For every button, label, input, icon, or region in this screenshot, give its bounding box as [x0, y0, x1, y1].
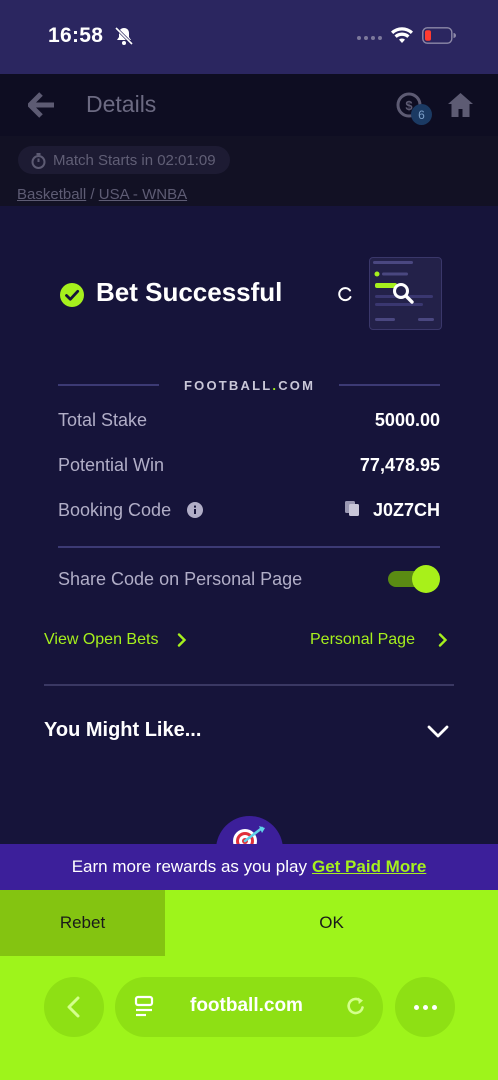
- booking-code-label: Booking Code: [58, 500, 172, 520]
- brand-divider-left: [58, 384, 159, 386]
- ok-button[interactable]: OK: [165, 890, 498, 956]
- chevron-right-icon[interactable]: [438, 633, 448, 647]
- you-might-like-heading[interactable]: You Might Like...: [44, 719, 201, 742]
- breadcrumb: Basketball / USA - WNBA: [17, 186, 187, 203]
- copy-icon[interactable]: [344, 500, 360, 517]
- chevron-left-icon: [67, 996, 80, 1018]
- toggle-knob: [412, 565, 440, 593]
- reload-icon[interactable]: [345, 995, 367, 1017]
- zoom-search-icon[interactable]: [391, 281, 415, 305]
- brand-wordmark: FOOTBALL.COM: [184, 378, 315, 393]
- back-arrow-icon[interactable]: [28, 92, 56, 118]
- page-title: Details: [86, 91, 157, 117]
- tabs-icon[interactable]: [134, 995, 156, 1019]
- personal-page-link[interactable]: Personal Page: [310, 631, 415, 649]
- status-time: 16:58: [48, 24, 104, 47]
- section-divider: [44, 684, 454, 686]
- brand-name: FOOTBALL: [184, 378, 273, 393]
- battery-icon: [422, 27, 456, 44]
- share-code-toggle[interactable]: [388, 565, 440, 593]
- more-dot: [431, 1004, 437, 1010]
- cashout-count-badge: 6: [411, 104, 432, 125]
- url-text[interactable]: football.com: [190, 995, 303, 1017]
- match-starts-text: Match Starts in 02:01:09: [53, 151, 216, 169]
- breadcrumb-league[interactable]: USA - WNBA: [99, 186, 187, 203]
- potential-win-value: 77,478.95: [359, 455, 440, 475]
- brand-divider-right: [339, 384, 440, 386]
- home-icon[interactable]: [447, 92, 474, 118]
- total-stake-label: Total Stake: [58, 410, 148, 430]
- view-open-bets-link[interactable]: View Open Bets: [44, 631, 158, 649]
- get-paid-more-link[interactable]: Get Paid More: [312, 857, 426, 877]
- chevron-right-icon[interactable]: [177, 633, 187, 647]
- wifi-icon: [391, 27, 413, 43]
- breadcrumb-separator: /: [90, 186, 95, 203]
- breadcrumb-sport[interactable]: Basketball: [17, 186, 86, 203]
- rewards-banner: Earn more rewards as you play Get Paid M…: [0, 844, 498, 890]
- more-dot: [422, 1004, 428, 1010]
- booking-code-value[interactable]: J0Z7CH: [373, 500, 440, 521]
- brand-suffix: COM: [278, 378, 316, 393]
- bell-muted-icon: [114, 26, 134, 46]
- total-stake-value: 5000.00: [374, 410, 440, 430]
- signal-dots-icon: [357, 36, 382, 40]
- rewards-text: Earn more rewards as you play: [71, 857, 307, 876]
- stopwatch-icon: [31, 152, 46, 169]
- more-dot: [413, 1004, 419, 1010]
- more-options-button[interactable]: [395, 977, 455, 1037]
- browser-back-button[interactable]: [44, 977, 104, 1037]
- rebet-button[interactable]: Rebet: [0, 890, 165, 956]
- chevron-down-icon[interactable]: [427, 724, 449, 740]
- match-timer-pill: Match Starts in 02:01:09: [18, 146, 230, 174]
- share-code-label: Share Code on Personal Page: [58, 569, 303, 589]
- loading-spinner-icon: [338, 287, 352, 302]
- info-icon[interactable]: [187, 502, 203, 518]
- potential-win-label: Potential Win: [58, 455, 165, 475]
- section-divider: [58, 546, 440, 548]
- success-check-icon: [60, 283, 84, 307]
- bet-success-title: Bet Successful: [96, 277, 283, 307]
